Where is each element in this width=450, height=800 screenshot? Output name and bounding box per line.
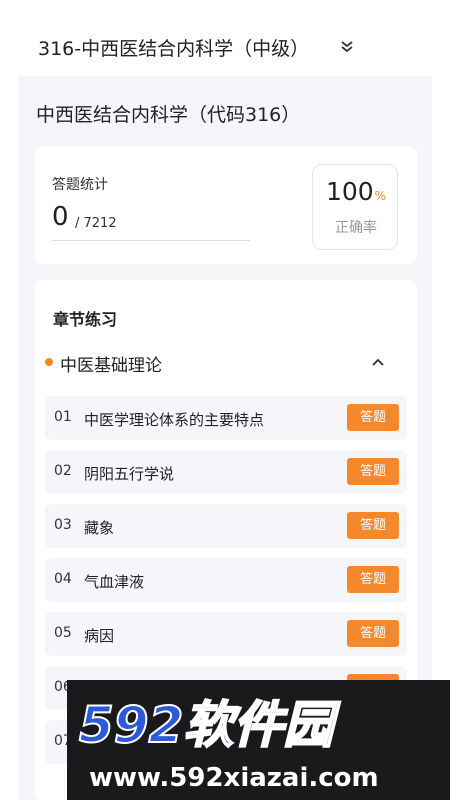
section-dot — [45, 358, 53, 366]
lesson-name: 阴阳五行学说 — [84, 465, 175, 483]
subject-title: 中西医结合内科学（代码316） — [36, 104, 301, 126]
exam-selector[interactable]: 316-中西医结合内科学（中级） — [18, 20, 432, 76]
answer-button[interactable]: 答题 — [347, 404, 399, 431]
lesson-name: 病因 — [84, 627, 115, 645]
section-title: 中医基础理论 — [60, 356, 162, 376]
lesson-name: 中医学理论体系的主要特点 — [84, 411, 265, 429]
accuracy-value: 100 — [325, 177, 374, 206]
lesson-item[interactable]: 01 中医学理论体系的主要特点 答题 — [45, 396, 407, 440]
answer-button[interactable]: 答题 — [347, 458, 399, 485]
answer-button[interactable]: 答题 — [347, 566, 399, 593]
stats-divider — [52, 240, 250, 241]
chapter-heading: 章节练习 — [53, 310, 118, 329]
answer-button[interactable]: 答题 — [347, 620, 399, 647]
total-count: / 7212 — [75, 216, 117, 231]
lesson-number: 05 — [54, 625, 72, 641]
stats-label: 答题统计 — [52, 177, 108, 193]
lesson-name: 气血津液 — [84, 573, 145, 591]
watermark-url: www.592xiazai.com — [89, 763, 379, 793]
watermark-banner: 592软件园 www.592xiazai.com — [67, 680, 450, 800]
lesson-number: 04 — [54, 571, 72, 587]
stats-card: 答题统计 0 / 7212 100% 正确率 — [35, 146, 417, 264]
lesson-name: 藏象 — [84, 519, 115, 537]
lesson-item[interactable]: 03 藏象 答题 — [45, 504, 407, 548]
lesson-item[interactable]: 04 气血津液 答题 — [45, 558, 407, 602]
chevron-double-down-icon[interactable] — [338, 38, 356, 56]
answered-count: 0 — [52, 202, 69, 232]
lesson-number: 03 — [54, 517, 72, 533]
exam-title: 316-中西医结合内科学（中级） — [38, 38, 310, 60]
lesson-number: 01 — [54, 409, 72, 425]
chevron-up-icon[interactable] — [369, 354, 387, 372]
answer-button[interactable]: 答题 — [347, 512, 399, 539]
accuracy-label: 正确率 — [335, 220, 377, 236]
accuracy-value-wrap: 100% — [313, 177, 399, 206]
lesson-item[interactable]: 02 阴阳五行学说 答题 — [45, 450, 407, 494]
accuracy-box: 100% 正确率 — [312, 164, 398, 250]
section-header[interactable]: 中医基础理论 — [35, 348, 417, 380]
lesson-number: 02 — [54, 463, 72, 479]
lesson-item[interactable]: 05 病因 答题 — [45, 612, 407, 656]
watermark-art: 592软件园 www.592xiazai.com — [78, 695, 379, 793]
accuracy-unit: % — [374, 189, 387, 203]
watermark-brand: 592软件园 — [79, 696, 340, 754]
